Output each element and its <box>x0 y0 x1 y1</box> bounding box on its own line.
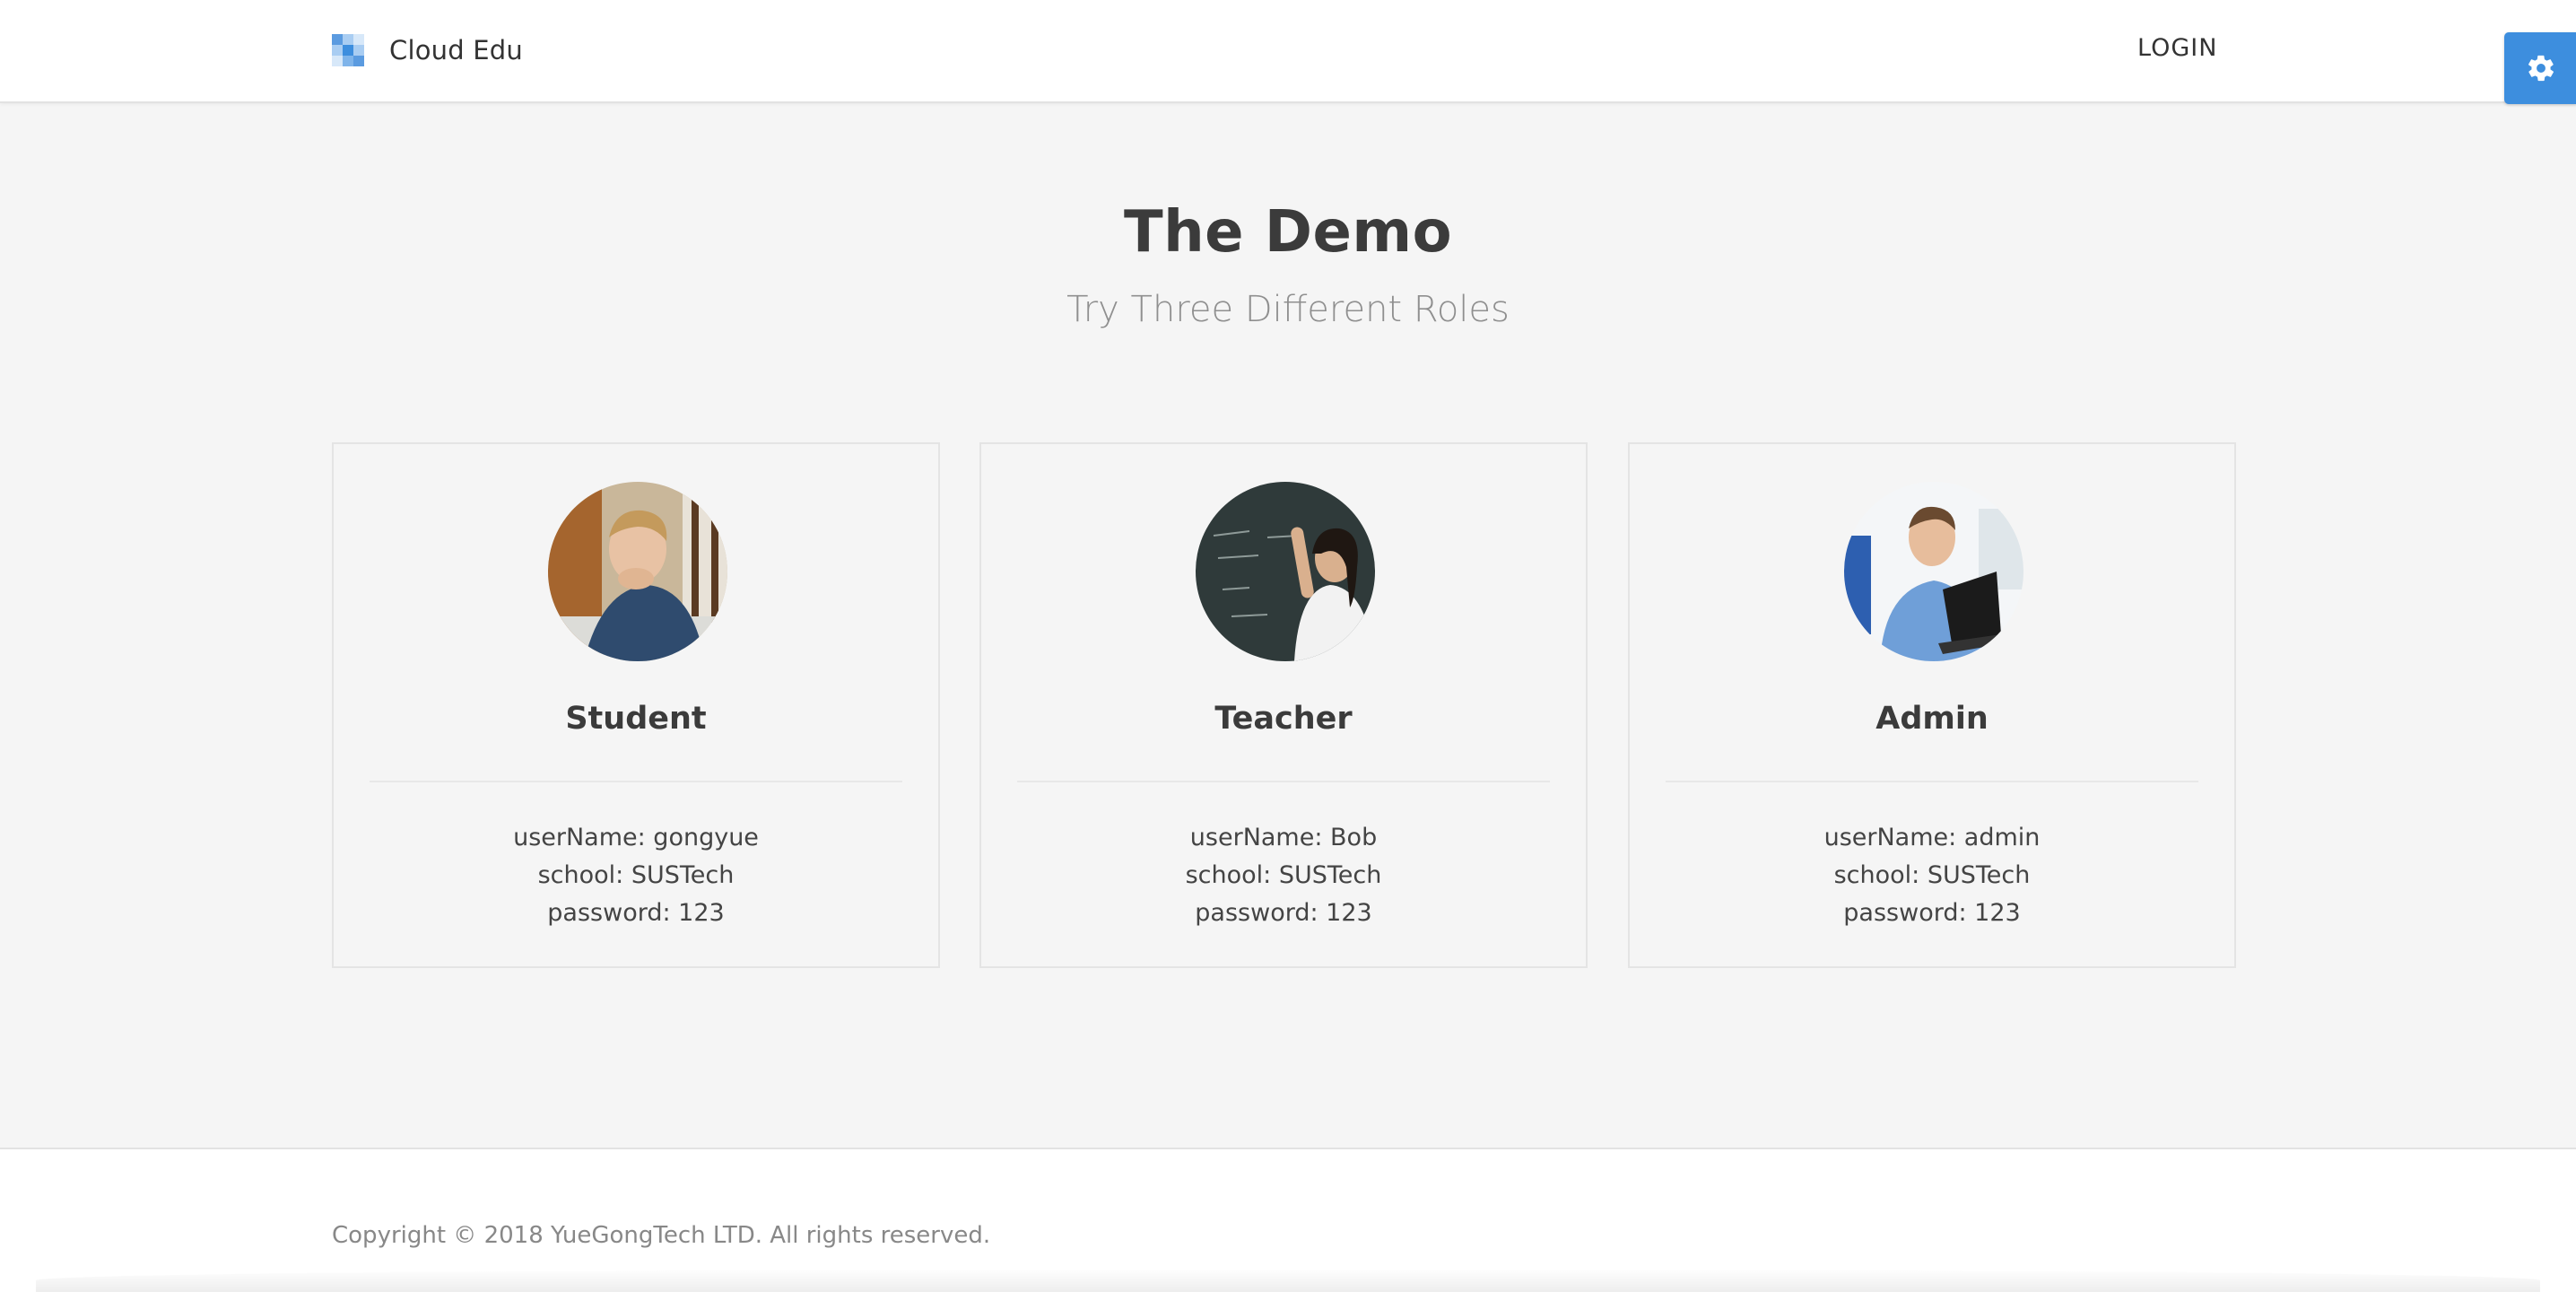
footer-shadow <box>36 1269 2540 1292</box>
top-navbar: Cloud Edu LOGIN <box>0 0 2576 103</box>
admin-school: school: SUSTech <box>1833 861 2031 889</box>
student-username: userName: gongyue <box>513 824 759 851</box>
teacher-school: school: SUSTech <box>1185 861 1382 889</box>
student-role-card[interactable]: Student userName: gongyue school: SUSTec… <box>332 442 940 968</box>
student-role-title: Student <box>565 701 707 737</box>
admin-credentials: userName: admin school: SUSTech password… <box>1630 819 2234 932</box>
admin-avatar <box>1844 482 2023 661</box>
admin-role-title: Admin <box>1875 701 1989 737</box>
admin-username: userName: admin <box>1823 824 2041 851</box>
student-school: school: SUSTech <box>537 861 735 889</box>
settings-button[interactable] <box>2504 32 2576 104</box>
card-divider <box>1666 781 2198 782</box>
admin-role-card[interactable]: Admin userName: admin school: SUSTech pa… <box>1628 442 2236 968</box>
admin-password: password: 123 <box>1843 899 2021 927</box>
card-divider <box>1017 781 1550 782</box>
brand-link[interactable]: Cloud Edu <box>332 32 523 68</box>
teacher-avatar <box>1196 482 1375 661</box>
card-divider <box>370 781 902 782</box>
teacher-username: userName: Bob <box>1189 824 1378 851</box>
page: Cloud Edu LOGIN The Demo Try Three Diffe… <box>0 0 2576 1292</box>
teacher-role-card[interactable]: Teacher userName: Bob school: SUSTech pa… <box>979 442 1588 968</box>
footer: Copyright © 2018 YueGongTech LTD. All ri… <box>0 1148 2576 1292</box>
page-subtitle: Try Three Different Roles <box>1066 289 1510 330</box>
teacher-password: password: 123 <box>1195 899 1372 927</box>
student-credentials: userName: gongyue school: SUSTech passwo… <box>334 819 938 932</box>
student-avatar <box>548 482 727 661</box>
gear-icon <box>2528 55 2554 82</box>
page-title: The Demo <box>1123 199 1453 266</box>
copyright-text: Copyright © 2018 YueGongTech LTD. All ri… <box>332 1222 991 1249</box>
cloud-edu-logo-icon <box>332 34 364 66</box>
student-password: password: 123 <box>547 899 725 927</box>
teacher-credentials: userName: Bob school: SUSTech password: … <box>981 819 1586 932</box>
teacher-role-title: Teacher <box>1214 701 1353 737</box>
brand-name: Cloud Edu <box>389 35 523 65</box>
login-link[interactable]: LOGIN <box>2137 34 2217 62</box>
